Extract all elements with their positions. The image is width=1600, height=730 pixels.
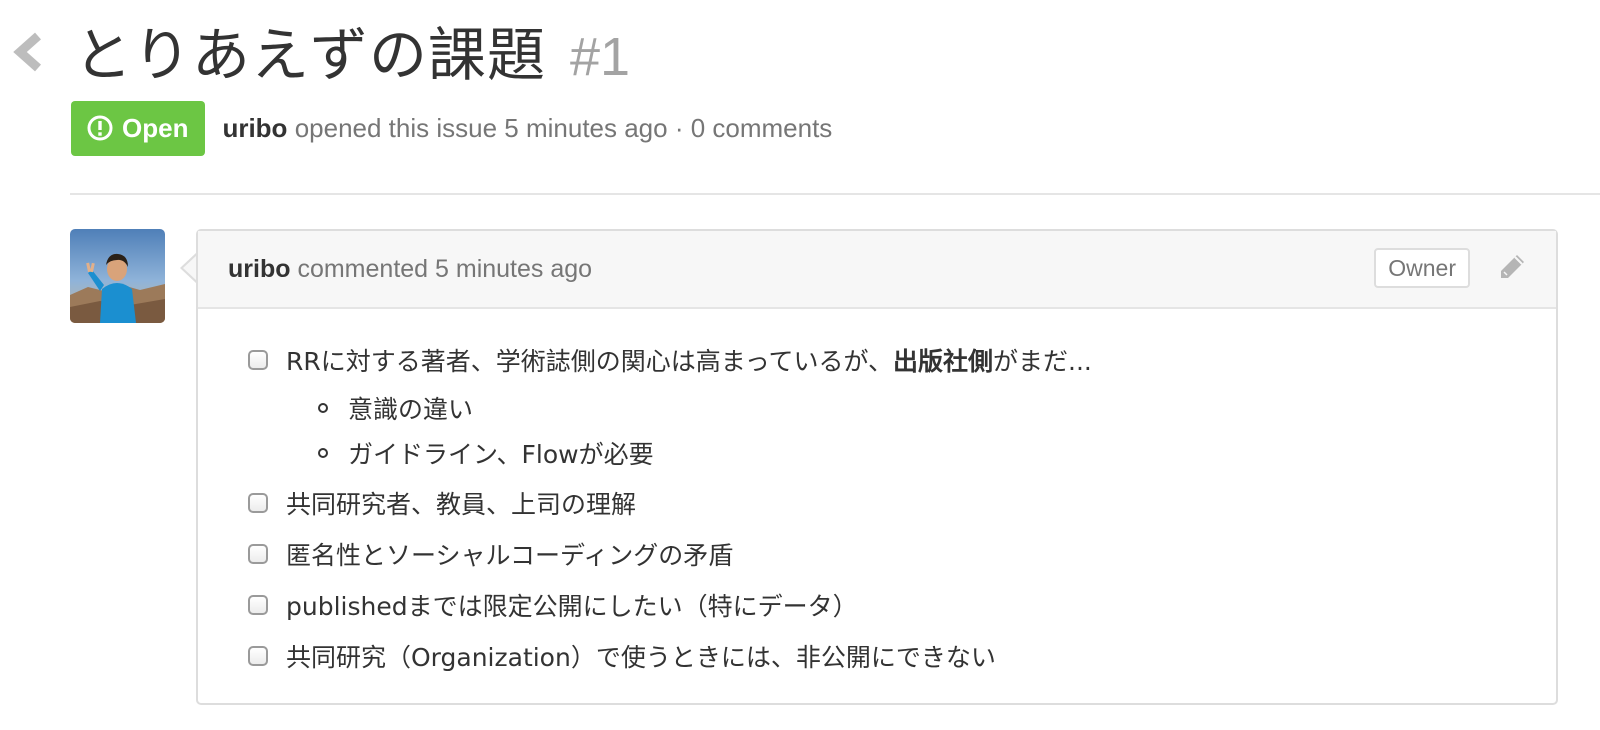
issue-page: とりあえずの課題 #1 Open uribo opened this issue… (0, 0, 1600, 730)
task-label: 匿名性とソーシャルコーディングの矛盾 (286, 541, 734, 570)
sub-item-label: 意識の違い (348, 394, 474, 424)
task-checkbox[interactable] (248, 350, 268, 370)
task-list: RRに対する著者、学術誌側の関心は高まっているが、出版社側がまだ... 意識の違… (248, 335, 1092, 681)
issue-number: #1 (570, 27, 631, 87)
task-checkbox[interactable] (248, 646, 268, 666)
task-list-item: RRに対する著者、学術誌側の関心は高まっているが、出版社側がまだ... 意識の違… (248, 335, 1092, 475)
task-checkbox[interactable] (248, 544, 268, 564)
comment: uribo commented 5 minutes ago Owner RRに対… (196, 229, 1558, 705)
sub-item-label: ガイドライン、Flowが必要 (348, 439, 654, 469)
task-item: RRに対する著者、学術誌側の関心は高まっているが、出版社側がまだ... (248, 335, 1092, 385)
sub-list-item: 意識の違い (314, 385, 1092, 430)
issue-title: とりあえずの課題 (74, 21, 547, 89)
bullet-icon (318, 447, 328, 458)
task-item: 共同研究者、教員、上司の理解 (248, 478, 1092, 528)
divider (70, 193, 1600, 195)
status-label: Open (122, 112, 189, 143)
task-checkbox[interactable] (248, 493, 268, 513)
comment-author-link[interactable]: uribo (228, 255, 291, 283)
task-label: publishedまでは限定公開にしたい（特にデータ） (286, 592, 858, 621)
avatar[interactable] (70, 229, 165, 323)
task-label: 共同研究者、教員、上司の理解 (286, 490, 637, 519)
task-label: RRに対する著者、学術誌側の関心は高まっているが、出版社側がまだ... (286, 347, 1092, 376)
issue-meta: Open uribo opened this issue 5 minutes a… (71, 100, 832, 156)
comment-header-text: uribo commented 5 minutes ago (228, 255, 592, 284)
issue-opened-icon (86, 114, 114, 142)
sub-list-item: ガイドライン、Flowが必要 (314, 430, 1092, 475)
task-item: 共同研究（Organization）で使うときには、非公開にできない (248, 631, 1092, 681)
issue-title-row: とりあえずの課題 #1 (74, 8, 631, 89)
issue-meta-text: uribo opened this issue 5 minutes ago · … (222, 113, 832, 144)
bullet-icon (318, 402, 328, 413)
comment-header: uribo commented 5 minutes ago Owner (198, 231, 1556, 309)
pencil-icon[interactable] (1496, 251, 1528, 283)
comment-timestamp[interactable]: commented 5 minutes ago (297, 255, 592, 283)
status-badge: Open (71, 100, 206, 156)
issue-meta-detail: opened this issue 5 minutes ago · 0 comm… (294, 112, 833, 143)
owner-badge: Owner (1374, 248, 1470, 288)
task-checkbox[interactable] (248, 595, 268, 615)
back-chevron-icon[interactable] (8, 30, 48, 74)
task-item: publishedまでは限定公開にしたい（特にデータ） (248, 580, 1092, 630)
task-label: 共同研究（Organization）で使うときには、非公開にできない (286, 643, 996, 672)
issue-author-link[interactable]: uribo (222, 113, 287, 143)
task-item: 匿名性とソーシャルコーディングの矛盾 (248, 529, 1092, 579)
comment-arrow-fill (183, 255, 197, 281)
sub-list: 意識の違い ガイドライン、Flowが必要 (248, 385, 1092, 475)
